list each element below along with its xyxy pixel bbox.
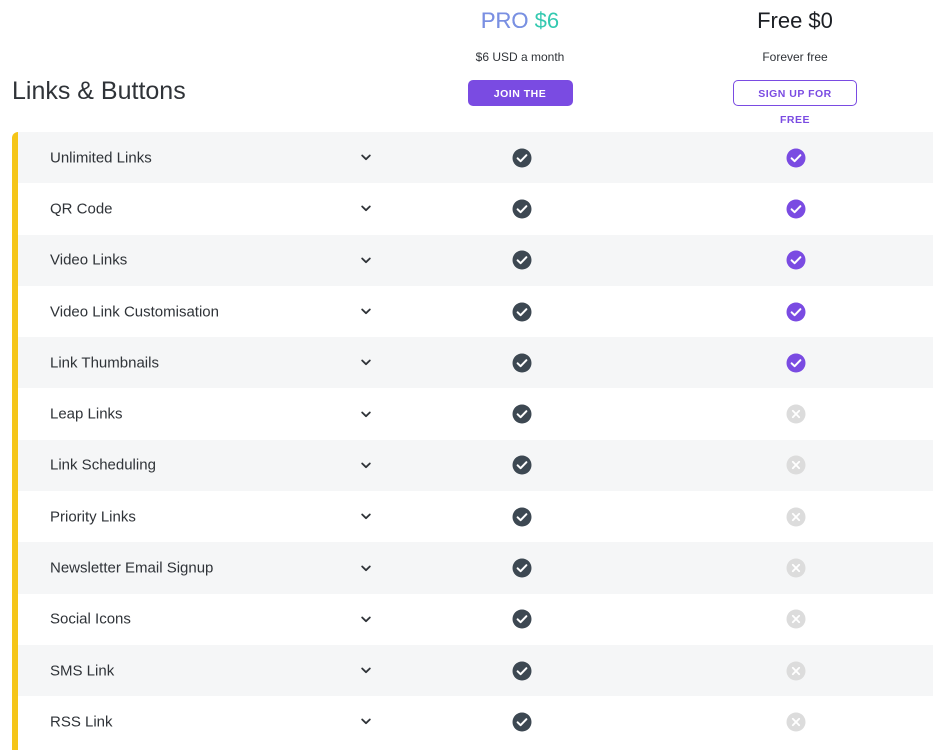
check-circle-icon xyxy=(512,558,532,578)
sign-up-for-free-button[interactable]: SIGN UP FOR FREE xyxy=(733,80,857,126)
check-circle-icon xyxy=(512,661,532,681)
feature-row[interactable]: RSS Link xyxy=(18,696,933,747)
x-circle-icon xyxy=(786,507,806,527)
feature-label: Link Scheduling xyxy=(50,456,156,474)
check-circle-icon xyxy=(512,507,532,527)
feature-row[interactable]: SMS Link xyxy=(18,644,933,697)
check-circle-icon xyxy=(512,712,532,732)
chevron-down-icon[interactable] xyxy=(360,716,372,728)
plan-pro-name-word: PRO xyxy=(480,8,529,33)
feature-table: Unlimited Links QR Code Video Links Video L… xyxy=(12,132,933,750)
x-circle-icon xyxy=(786,558,806,578)
feature-label: Link Thumbnails xyxy=(50,354,159,372)
feature-rows: Unlimited Links QR Code Video Links Video L… xyxy=(12,132,933,748)
feature-label: SMS Link xyxy=(50,662,115,680)
plan-free-name: Free $0 xyxy=(757,8,833,33)
check-circle-icon xyxy=(786,302,806,322)
feature-label: RSS Link xyxy=(50,713,113,731)
chevron-down-icon[interactable] xyxy=(360,152,372,164)
feature-row[interactable]: Social Icons xyxy=(18,594,933,645)
x-circle-icon xyxy=(786,404,806,424)
chevron-down-icon[interactable] xyxy=(360,613,372,625)
section-title: Links & Buttons xyxy=(12,77,186,105)
feature-row[interactable]: Priority Links xyxy=(18,491,933,542)
check-circle-icon xyxy=(512,250,532,270)
chevron-down-icon[interactable] xyxy=(360,665,372,677)
feature-label: Video Links xyxy=(50,251,128,269)
plan-pro-header: PRO $6 $6 USD a month JOIN THE PROS xyxy=(420,6,620,128)
feature-label: QR Code xyxy=(50,200,113,218)
check-circle-icon xyxy=(786,148,806,168)
chevron-down-icon[interactable] xyxy=(360,254,372,266)
feature-label: Leap Links xyxy=(50,405,123,423)
plan-pro-subtitle: $6 USD a month xyxy=(475,50,565,64)
x-circle-icon xyxy=(786,661,806,681)
feature-row[interactable]: Link Thumbnails xyxy=(18,337,933,389)
chevron-down-icon[interactable] xyxy=(360,459,372,471)
x-circle-icon xyxy=(786,712,806,732)
feature-label: Social Icons xyxy=(50,610,131,628)
feature-label: Newsletter Email Signup xyxy=(50,559,214,577)
check-circle-icon xyxy=(786,199,806,219)
feature-label: Unlimited Links xyxy=(50,149,152,167)
feature-row[interactable]: QR Code xyxy=(18,183,933,234)
check-circle-icon xyxy=(512,148,532,168)
check-circle-icon xyxy=(512,199,532,219)
check-circle-icon xyxy=(512,455,532,475)
join-the-pros-button[interactable]: JOIN THE PROS xyxy=(467,80,573,126)
x-circle-icon xyxy=(786,609,806,629)
chevron-down-icon[interactable] xyxy=(360,562,372,574)
chevron-down-icon[interactable] xyxy=(360,408,372,420)
x-circle-icon xyxy=(786,455,806,475)
feature-row[interactable]: Newsletter Email Signup xyxy=(18,542,933,594)
feature-label: Video Link Customisation xyxy=(50,303,219,321)
check-circle-icon xyxy=(786,353,806,373)
chevron-down-icon[interactable] xyxy=(360,511,372,523)
chevron-down-icon[interactable] xyxy=(360,306,372,318)
chevron-down-icon[interactable] xyxy=(360,203,372,215)
feature-row[interactable]: Leap Links xyxy=(18,388,933,439)
plan-free-subtitle: Forever free xyxy=(762,50,828,64)
feature-row[interactable]: Unlimited Links xyxy=(18,132,933,184)
feature-row[interactable]: Link Scheduling xyxy=(18,439,933,492)
plan-pro-name: PRO $6 xyxy=(420,6,620,36)
pricing-comparison: Links & Buttons PRO $6 $6 USD a month JO… xyxy=(0,0,941,750)
plan-free-header: Free $0 Forever free SIGN UP FOR FREE xyxy=(695,6,895,128)
check-circle-icon xyxy=(512,302,532,322)
feature-row[interactable]: Video Link Customisation xyxy=(18,286,933,337)
check-circle-icon xyxy=(512,609,532,629)
plan-pro-name-price: $6 xyxy=(534,8,560,33)
check-circle-icon xyxy=(786,250,806,270)
feature-row[interactable]: Video Links xyxy=(18,234,933,286)
check-circle-icon xyxy=(512,353,532,373)
chevron-down-icon[interactable] xyxy=(360,357,372,369)
check-circle-icon xyxy=(512,404,532,424)
feature-label: Priority Links xyxy=(50,508,136,526)
